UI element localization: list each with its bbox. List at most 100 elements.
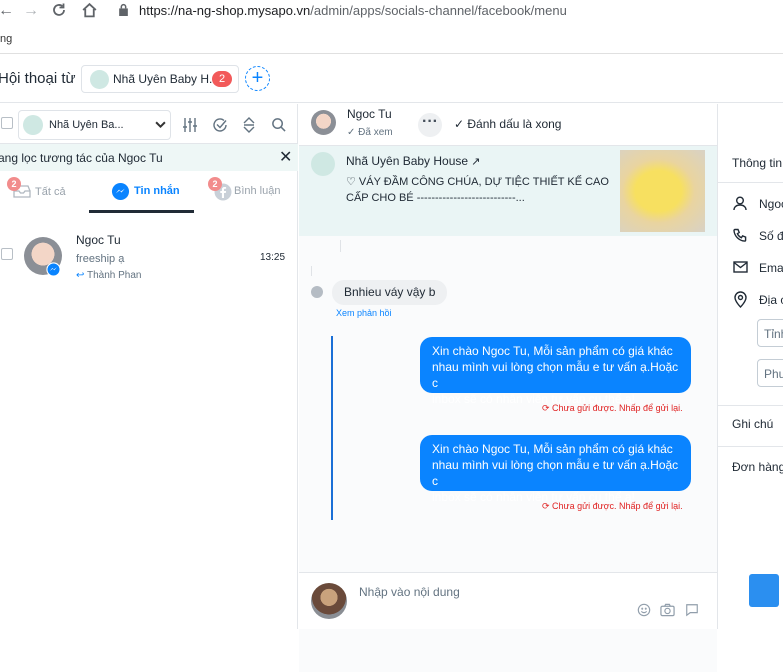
check-circle-icon[interactable]: [212, 117, 228, 133]
send-failed-text: Chưa gửi được. Nhấp để gửi lại.: [552, 403, 683, 413]
seen-status-text: Đã xem: [358, 127, 393, 138]
close-icon[interactable]: ✕: [279, 147, 292, 167]
send-failed-status[interactable]: ⟳ Chưa gửi được. Nhấp để gửi lại.: [542, 403, 683, 414]
messenger-icon: [111, 182, 130, 201]
heart-icon: ♡: [346, 176, 359, 188]
divider: [718, 405, 783, 406]
tab-all-label: Tất cả: [35, 186, 66, 198]
tab-all-badge: 2: [7, 177, 21, 191]
bookmark-item[interactable]: ng: [0, 33, 12, 45]
page-avatar-icon: [23, 115, 43, 135]
search-icon[interactable]: [271, 117, 286, 132]
message-line: nhau mình vui lòng chọn mẫu e tư vấn ạ.H…: [432, 360, 679, 390]
ward-select[interactable]: Phu: [757, 359, 783, 387]
address-bar[interactable]: https://na-ng-shop.mysapo.vn/admin/apps/…: [139, 3, 567, 18]
ward-placeholder: Phu: [764, 367, 783, 381]
chat-panel: Ngoc Tu ✓ Đã xem ··· ✓ Đánh dấu là xong …: [299, 104, 717, 672]
assignee: ↩ Thành Phan: [76, 270, 142, 281]
tab-comments[interactable]: 2 Bình luận: [196, 172, 296, 212]
forward-icon[interactable]: →: [23, 2, 39, 20]
view-reply-link[interactable]: Xem phản hồi: [336, 308, 392, 318]
quick-reply-icon[interactable]: [685, 603, 699, 617]
page-chip-label: Nhã Uyên Baby H..: [113, 72, 216, 86]
send-failed-text: Chưa gửi được. Nhấp để gửi lại.: [552, 501, 683, 511]
thread-divider: [311, 266, 312, 276]
page-chip-badge: 2: [212, 71, 232, 87]
phone-field[interactable]: Số đi: [759, 229, 783, 243]
external-link-icon: ↗: [468, 156, 481, 168]
home-icon[interactable]: [81, 1, 98, 19]
message-input[interactable]: Nhập vào nội dung: [359, 585, 460, 599]
back-icon[interactable]: ←: [0, 2, 14, 20]
messenger-small-icon: [46, 262, 61, 277]
post-page-name[interactable]: Nhã Uyên Baby House ↗: [346, 154, 480, 168]
post-text: ♡ VÁY ĐẦM CÔNG CHÚA, DỰ TIỆC THIẾT KẾ CA…: [346, 174, 611, 206]
message-line: nhau mình vui lòng chọn mẫu e tư vấn ạ.H…: [432, 458, 679, 488]
tab-messages-label: Tin nhắn: [134, 185, 180, 197]
conversation-checkbox[interactable]: [1, 248, 13, 260]
conversation-item[interactable]: Ngoc Tu freeship ạ 13:25 ↩ Thành Phan: [0, 222, 298, 286]
reload-icon[interactable]: [51, 1, 67, 19]
message-time: 13:25: [260, 252, 286, 263]
location-icon: [734, 291, 747, 308]
email-icon: [733, 261, 748, 273]
emoji-icon[interactable]: [637, 603, 651, 617]
email-field[interactable]: Emai: [759, 261, 783, 275]
create-order-button[interactable]: [749, 574, 779, 607]
sliders-icon[interactable]: [182, 117, 198, 133]
message-line: Xin chào Ngoc Tu, Mỗi sản phẩm có giá kh…: [432, 442, 673, 456]
tab-comments-label: Bình luận: [234, 185, 281, 197]
url-path: /admin/apps/socials-channel/facebook/men…: [310, 3, 567, 18]
lock-icon: [118, 3, 129, 16]
url-host: https://na-ng-shop.mysapo.vn: [139, 3, 311, 18]
add-page-button[interactable]: +: [245, 66, 270, 91]
page-select[interactable]: Nhã Uyên Ba...: [18, 110, 171, 140]
notes-title: Ghi chú: [732, 417, 774, 431]
conversation-sidebar: Nhã Uyên Ba... ang lọc tương tác của Ngo…: [0, 104, 298, 629]
send-failed-status[interactable]: ⟳ Chưa gửi được. Nhấp để gửi lại.: [542, 501, 683, 512]
phone-icon: [733, 228, 747, 243]
province-select[interactable]: Tỉnh: [757, 319, 783, 347]
reply-thread-line: [331, 336, 333, 520]
tab-comments-badge: 2: [208, 177, 222, 191]
post-preview[interactable]: Nhã Uyên Baby House ↗ ♡ VÁY ĐẦM CÔNG CHÚ…: [299, 145, 717, 236]
composer: Nhập vào nội dung: [299, 572, 717, 629]
filter-text: ang lọc tương tác của Ngoc Tu: [0, 151, 163, 165]
customer-info-panel: Thông tin Ngoc Số đi Emai Địa c Tỉnh Phu…: [717, 104, 783, 629]
customer-name: Ngoc: [759, 197, 783, 211]
agent-avatar: [311, 583, 347, 619]
message-preview: freeship ạ: [76, 253, 125, 265]
incoming-message: Bnhieu váy vậy b: [332, 280, 448, 305]
tab-messages[interactable]: Tin nhắn: [89, 172, 194, 213]
app-header: Hội thoại từ Nhã Uyên Baby H.. 2 +: [0, 55, 783, 103]
mark-done-button[interactable]: ✓ Đánh dấu là xong: [454, 117, 561, 131]
thread-divider: [340, 240, 341, 252]
info-section-title: Thông tin: [732, 156, 783, 170]
tab-all[interactable]: 2 Tất cả: [0, 172, 88, 212]
browser-toolbar: ← → https://na-ng-shop.mysapo.vn/admin/a…: [0, 0, 783, 24]
outgoing-message: Xin chào Ngoc Tu, Mỗi sản phẩm có giá kh…: [420, 435, 691, 504]
camera-icon[interactable]: [660, 603, 675, 617]
post-thumbnail[interactable]: [620, 150, 705, 232]
seen-status: ✓ Đã xem: [347, 127, 393, 138]
divider: [718, 182, 783, 183]
address-field[interactable]: Địa c: [759, 293, 783, 307]
sort-icon[interactable]: [242, 116, 256, 134]
user-icon: [733, 196, 747, 211]
reply-arrow-icon: ↩: [76, 270, 85, 281]
assignee-name: Thành Phan: [87, 270, 142, 281]
message-line: Xin chào Ngoc Tu, Mỗi sản phẩm có giá kh…: [432, 344, 673, 358]
page-select-label: Nhã Uyên Ba...: [49, 119, 124, 131]
divider: [718, 446, 783, 447]
chat-contact-name: Ngoc Tu: [347, 107, 392, 121]
more-options-button[interactable]: ···: [418, 113, 442, 137]
orders-title: Đơn hàng: [732, 460, 783, 474]
sender-dot: [311, 286, 323, 298]
page-avatar-icon: [311, 152, 335, 176]
contact-avatar: [311, 110, 336, 135]
filter-banner: ang lọc tương tác của Ngoc Tu ✕: [0, 143, 298, 171]
province-placeholder: Tỉnh: [764, 327, 783, 341]
page-chip[interactable]: Nhã Uyên Baby H.. 2: [81, 65, 239, 93]
select-all-checkbox[interactable]: [1, 117, 13, 129]
outgoing-message: Xin chào Ngoc Tu, Mỗi sản phẩm có giá kh…: [420, 337, 691, 406]
